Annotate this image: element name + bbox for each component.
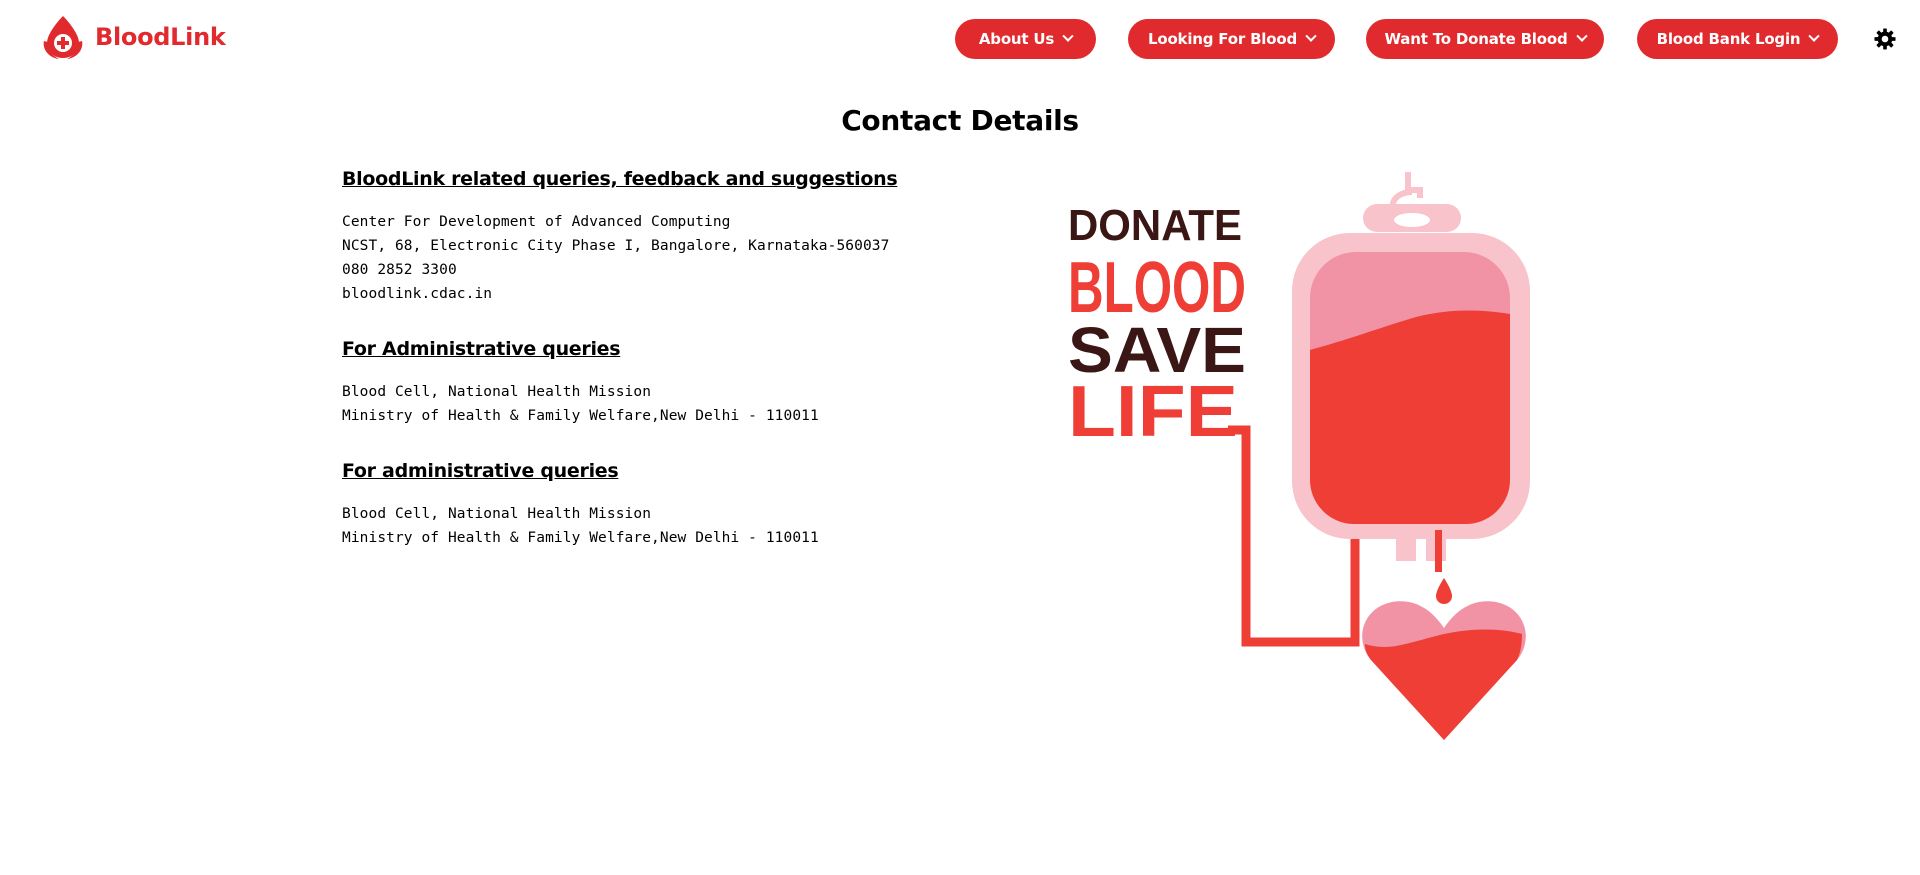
contact-section-administrative: For Administrative queries Blood Cell, N… xyxy=(342,332,982,428)
address-line: NCST, 68, Electronic City Phase I, Banga… xyxy=(342,238,890,254)
section-body: Blood Cell, National Health Mission Mini… xyxy=(342,502,982,550)
contact-details-content: BloodLink related queries, feedback and … xyxy=(342,162,982,576)
chevron-down-icon xyxy=(1808,30,1821,42)
nav-blood-bank-login-button[interactable]: Blood Bank Login xyxy=(1637,19,1838,59)
organization-name: Blood Cell, National Health Mission xyxy=(342,384,652,400)
website-link[interactable]: bloodlink.cdac.in xyxy=(342,282,982,306)
page-title: Contact Details xyxy=(841,104,1079,137)
nav-donate-blood-button[interactable]: Want To Donate Blood xyxy=(1366,19,1604,59)
section-heading: For Administrative queries xyxy=(342,338,621,360)
nav-donate-blood-label: Want To Donate Blood xyxy=(1384,30,1568,48)
organization-name: Center For Development of Advanced Compu… xyxy=(342,214,731,230)
section-body: Center For Development of Advanced Compu… xyxy=(342,210,982,306)
contact-section-bloodlink: BloodLink related queries, feedback and … xyxy=(342,162,982,306)
nav-looking-for-blood-button[interactable]: Looking For Blood xyxy=(1128,19,1335,59)
gear-icon[interactable] xyxy=(1874,28,1896,50)
contact-section-administrative-2: For administrative queries Blood Cell, N… xyxy=(342,454,982,550)
nav-looking-for-blood-label: Looking For Blood xyxy=(1147,30,1297,48)
address-line: Ministry of Health & Family Welfare,New … xyxy=(342,408,819,424)
nav-about-us-button[interactable]: About Us xyxy=(955,19,1096,59)
chevron-down-icon xyxy=(1062,30,1074,42)
donate-blood-illustration: DONATE BLOOD SAVE LIFE xyxy=(1068,172,1530,740)
navbar: BloodLink About Us Looking For Blood Wan… xyxy=(0,0,1920,80)
brand-name: BloodLink xyxy=(95,23,226,51)
section-body: Blood Cell, National Health Mission Mini… xyxy=(342,380,982,428)
blood-drop-plus-icon xyxy=(43,16,83,59)
nav-blood-bank-login-label: Blood Bank Login xyxy=(1656,30,1801,48)
nav-about-us-label: About Us xyxy=(978,30,1055,48)
section-heading: BloodLink related queries, feedback and … xyxy=(342,168,898,190)
phone-number: 080 2852 3300 xyxy=(342,262,457,278)
brand-link[interactable]: BloodLink xyxy=(41,14,226,60)
chevron-down-icon xyxy=(1575,30,1588,42)
section-heading: For administrative queries xyxy=(342,460,619,482)
chevron-down-icon xyxy=(1305,30,1317,42)
illustration-word-donate: DONATE xyxy=(1068,201,1242,250)
organization-name: Blood Cell, National Health Mission xyxy=(342,506,652,522)
illustration-word-life: LIFE xyxy=(1068,372,1238,452)
address-line: Ministry of Health & Family Welfare,New … xyxy=(342,530,819,546)
